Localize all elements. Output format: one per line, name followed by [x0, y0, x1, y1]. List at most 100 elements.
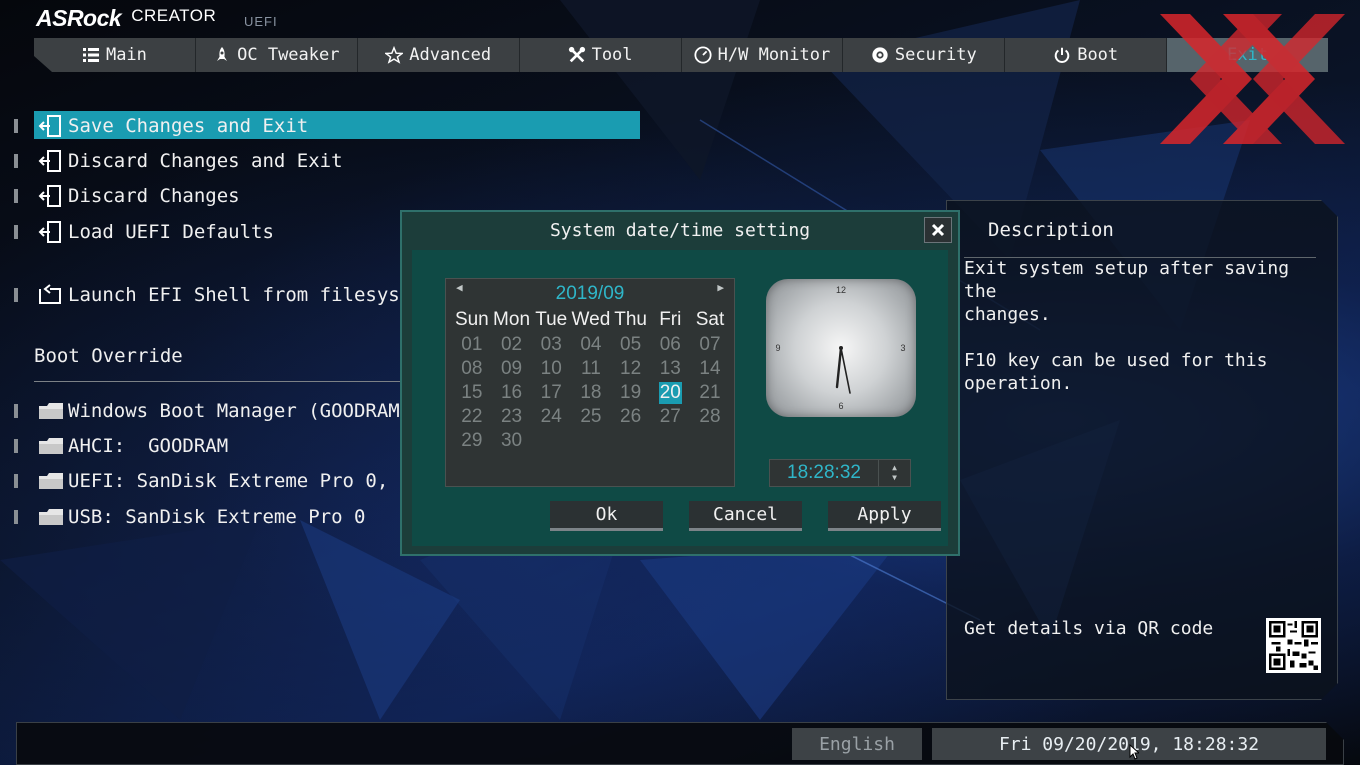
tab-tool-label: Tool [591, 45, 633, 65]
weekday-label: Wed [571, 309, 611, 330]
tab-boot[interactable]: Boot [1005, 38, 1168, 72]
calendar-day[interactable]: 10 [531, 358, 571, 380]
description-title: Description [988, 219, 1114, 241]
calendar-day[interactable]: 08 [452, 358, 492, 380]
menu-load-uefi-defaults[interactable]: Load UEFI Defaults [14, 218, 274, 246]
time-input[interactable]: 18:28:32 ▲ ▼ [769, 459, 911, 487]
time-value: 18:28:32 [787, 462, 861, 483]
menu-item-label: AHCI: GOODRAM [68, 435, 229, 457]
calendar-day[interactable]: 29 [452, 430, 492, 452]
calendar-day[interactable]: 24 [531, 406, 571, 428]
ok-button[interactable]: Ok [550, 501, 663, 531]
calendar-day[interactable]: 19 [611, 382, 651, 404]
calendar-day[interactable]: 11 [571, 358, 611, 380]
item-marker [14, 439, 18, 453]
calendar: ◀ ▶ 2019/09 Sun Mon Tue Wed Thu Fri Sat … [445, 278, 735, 487]
tab-main[interactable]: Main [34, 38, 196, 72]
clock-number: 3 [900, 343, 905, 353]
calendar-day[interactable]: 26 [611, 406, 651, 428]
menu-discard-changes-exit[interactable]: Discard Changes and Exit [14, 147, 343, 175]
boot-item-ahci[interactable]: AHCI: GOODRAM [14, 432, 228, 460]
calendar-days: 01 02 03 04 05 06 07 08 09 10 11 12 13 14 15 16 17 18 19 20… [452, 333, 730, 453]
selected-day: 20 [658, 382, 682, 404]
clock-number: 9 [775, 343, 780, 353]
time-spinner[interactable]: ▲ ▼ [878, 460, 910, 486]
calendar-day[interactable]: 22 [452, 406, 492, 428]
calendar-day[interactable]: 16 [492, 382, 532, 404]
boot-item-usb-sandisk[interactable]: USB: SanDisk Extreme Pro 0 [14, 503, 365, 531]
brand-name: ASRock [36, 5, 122, 31]
qr-code-icon[interactable] [1266, 618, 1321, 673]
product-name: CREATOR [131, 6, 217, 25]
boot-item-windows[interactable]: Windows Boot Manager (GOODRAM) [14, 397, 411, 425]
item-marker [14, 474, 18, 488]
uefi-label: UEFI [244, 14, 278, 29]
calendar-day[interactable]: 18 [571, 382, 611, 404]
weekday-label: Thu [614, 309, 647, 330]
calendar-day[interactable]: 01 [452, 334, 492, 356]
tab-hw-monitor-label: H/W Monitor [717, 45, 831, 65]
drive-icon [38, 399, 64, 423]
calendar-day[interactable]: 17 [531, 382, 571, 404]
main-navigation: Main OC Tweaker Advanced Tool H/W Monito… [34, 38, 1328, 72]
list-icon [82, 46, 100, 64]
item-marker [14, 154, 18, 168]
section-divider [34, 381, 400, 382]
cancel-button[interactable]: Cancel [689, 501, 802, 531]
wrench-icon [568, 46, 586, 64]
calendar-week: 29 30 [452, 429, 730, 453]
clock-number: 6 [838, 401, 843, 411]
calendar-day[interactable]: 09 [492, 358, 532, 380]
exit-door-icon [38, 184, 64, 208]
weekday-label: Sat [695, 309, 725, 330]
menu-item-label: Windows Boot Manager (GOODRAM) [68, 400, 412, 422]
menu-item-label: Discard Changes [68, 185, 240, 207]
menu-save-changes-exit[interactable]: Save Changes and Exit [14, 111, 640, 140]
calendar-day[interactable]: 20 [650, 382, 690, 404]
item-marker [14, 288, 18, 302]
gauge-icon [694, 46, 712, 64]
close-button[interactable] [924, 217, 952, 243]
item-marker [14, 189, 18, 203]
drive-icon [38, 505, 64, 529]
apply-button[interactable]: Apply [828, 501, 941, 531]
calendar-day[interactable]: 23 [492, 406, 532, 428]
tab-tool[interactable]: Tool [520, 38, 682, 72]
calendar-day[interactable]: 05 [611, 334, 651, 356]
calendar-day[interactable]: 14 [690, 358, 730, 380]
item-marker [14, 404, 18, 418]
spin-up-icon[interactable]: ▲ [892, 463, 897, 473]
mouse-cursor-icon [1129, 744, 1139, 760]
calendar-day[interactable]: 03 [531, 334, 571, 356]
tab-hw-monitor[interactable]: H/W Monitor [682, 38, 844, 72]
tab-security[interactable]: Security [843, 38, 1006, 72]
exit-door-icon [38, 114, 64, 138]
language-button[interactable]: English [792, 728, 922, 760]
weekday-label: Tue [535, 309, 568, 330]
tab-oc-tweaker[interactable]: OC Tweaker [196, 38, 358, 72]
drive-icon [38, 434, 64, 458]
calendar-day[interactable]: 04 [571, 334, 611, 356]
calendar-day[interactable]: 12 [611, 358, 651, 380]
analog-clock: 12 3 6 9 [766, 279, 916, 417]
calendar-day[interactable]: 21 [690, 382, 730, 404]
calendar-day[interactable]: 27 [650, 406, 690, 428]
calendar-day[interactable]: 30 [492, 430, 532, 452]
calendar-day[interactable]: 06 [650, 334, 690, 356]
calendar-day[interactable]: 07 [690, 334, 730, 356]
calendar-day[interactable]: 25 [571, 406, 611, 428]
item-marker [14, 510, 18, 524]
tab-advanced[interactable]: Advanced [358, 38, 520, 72]
menu-discard-changes[interactable]: Discard Changes [14, 182, 240, 210]
weekday-label: Mon [493, 309, 531, 330]
calendar-day[interactable]: 15 [452, 382, 492, 404]
spin-down-icon[interactable]: ▼ [892, 473, 897, 483]
calendar-day[interactable]: 28 [690, 406, 730, 428]
hour-hand [835, 346, 843, 389]
menu-item-label: Save Changes and Exit [68, 115, 309, 137]
calendar-day[interactable]: 13 [650, 358, 690, 380]
menu-item-label: Discard Changes and Exit [68, 150, 343, 172]
calendar-day[interactable]: 02 [492, 334, 532, 356]
shell-arrow-icon [38, 283, 64, 307]
weekday-label: Sun [454, 309, 489, 330]
